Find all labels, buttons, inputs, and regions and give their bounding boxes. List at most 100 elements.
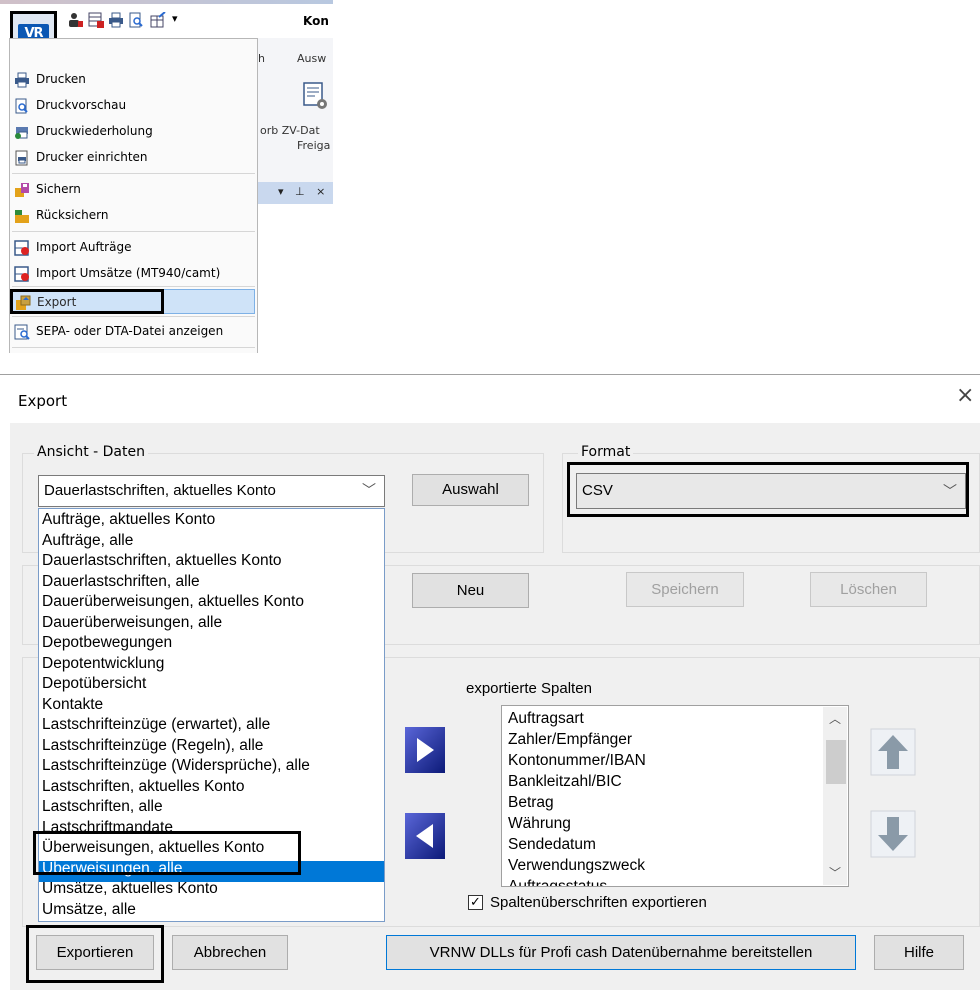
- title-bar-strip: [0, 0, 333, 4]
- scroll-down-icon[interactable]: ﹀: [829, 864, 841, 881]
- zv-data-release-icon[interactable]: [303, 82, 329, 112]
- list-item[interactable]: Sendedatum: [508, 836, 596, 854]
- exportieren-highlight-box: [26, 925, 164, 983]
- dropdown-option[interactable]: Lastschriften, alle: [42, 798, 163, 816]
- import-orders-icon: [14, 240, 29, 256]
- close-icon[interactable]: ×: [956, 385, 974, 407]
- menu-item-sepa-anzeigen[interactable]: SEPA- oder DTA-Datei anzeigen: [12, 319, 255, 344]
- move-up-arrow-icon[interactable]: [870, 728, 916, 776]
- menu-item-label: Druckvorschau: [36, 98, 127, 112]
- customize-toolbar-icon[interactable]: ▾: [172, 12, 178, 25]
- abbrechen-button[interactable]: Abbrechen: [172, 935, 288, 970]
- remove-column-arrow-icon[interactable]: [404, 812, 446, 860]
- list-item[interactable]: Zahler/Empfänger: [508, 731, 632, 749]
- chevron-down-icon: ﹀: [362, 482, 376, 498]
- menu-item-label: Import Aufträge: [36, 240, 132, 254]
- print-repeat-icon: [15, 127, 28, 139]
- dropdown-option[interactable]: Aufträge, aktuelles Konto: [42, 511, 215, 529]
- panel-controls[interactable]: ▾ ⊥ ×: [278, 185, 329, 198]
- menu-item-drucker-einrichten[interactable]: Drucker einrichten: [12, 145, 255, 170]
- dropdown-option[interactable]: Aufträge, alle: [42, 532, 133, 550]
- print-preview-icon: [15, 98, 28, 114]
- dropdown-option[interactable]: Depotübersicht: [42, 675, 146, 693]
- import-transactions-icon: [14, 266, 29, 282]
- format-highlight-box: [567, 462, 969, 517]
- list-item[interactable]: Kontonummer/IBAN: [508, 752, 646, 770]
- dropdown-option[interactable]: Lastschriften, aktuelles Konto: [42, 778, 244, 796]
- print-preview-icon[interactable]: [128, 12, 144, 28]
- dropdown-option[interactable]: Lastschrifteinzüge (Widersprüche), alle: [42, 757, 310, 775]
- list-item[interactable]: Auftragsstatus: [508, 878, 607, 886]
- dropdown-option[interactable]: Lastschrifteinzüge (Regeln), alle: [42, 737, 263, 755]
- format-group-label: Format: [578, 444, 634, 460]
- exported-columns-list[interactable]: Auftragsart Zahler/Empfänger Kontonummer…: [501, 705, 849, 887]
- dropdown-option[interactable]: Lastschrifteinzüge (erwartet), alle: [42, 716, 270, 734]
- ueberweisungen-highlight-box: [33, 831, 301, 875]
- move-down-arrow-icon[interactable]: [870, 810, 916, 858]
- menu-item-label: Sichern: [36, 182, 81, 196]
- dropdown-option[interactable]: Dauerüberweisungen, aktuelles Konto: [42, 593, 304, 611]
- dropdown-option[interactable]: Dauerlastschriften, alle: [42, 573, 200, 591]
- add-column-arrow-icon[interactable]: [404, 726, 446, 774]
- dropdown-option[interactable]: Dauerlastschriften, aktuelles Konto: [42, 552, 282, 570]
- export-headers-label: Spaltenüberschriften exportieren: [490, 894, 707, 911]
- dropdown-option[interactable]: Dauerüberweisungen, alle: [42, 614, 222, 632]
- sepa-file-icon: [14, 324, 30, 340]
- export-highlight-box: [10, 289, 164, 314]
- menu-item-import-auftraege[interactable]: Import Aufträge: [12, 235, 255, 260]
- scroll-up-icon[interactable]: ︿: [829, 710, 841, 727]
- menu-item-label: SEPA- oder DTA-Datei anzeigen: [36, 324, 224, 338]
- dropdown-option[interactable]: Kontakte: [42, 696, 103, 714]
- menu-separator: [12, 231, 255, 232]
- list-item[interactable]: Verwendungszweck: [508, 857, 645, 875]
- menu-separator: [12, 286, 255, 287]
- app-menu-screenshot: VR ▾ Kon h Ausw orb ZV-Dat Freiga ▾ ⊥ × …: [0, 0, 333, 353]
- list-item[interactable]: Bankleitzahl/BIC: [508, 773, 622, 791]
- printer-icon[interactable]: [108, 12, 124, 28]
- menu-item-druckvorschau[interactable]: Druckvorschau: [12, 93, 255, 118]
- dropdown-option[interactable]: Umsätze, alle: [42, 901, 136, 919]
- ribbon-tab-partial[interactable]: h: [258, 52, 265, 65]
- menu-item-ruecksichern[interactable]: Rücksichern: [12, 203, 255, 228]
- list-item[interactable]: Währung: [508, 815, 571, 833]
- ribbon-button-label: orb ZV-Dat: [260, 124, 320, 137]
- view-data-group-label: Ansicht - Daten: [34, 444, 148, 460]
- menu-item-drucken[interactable]: Drucken: [12, 67, 255, 92]
- menu-item-druckwiederholung[interactable]: Druckwiederholung: [12, 119, 255, 144]
- list-item[interactable]: Betrag: [508, 794, 554, 812]
- window-title: Kon: [303, 14, 329, 28]
- speichern-button[interactable]: Speichern: [626, 572, 744, 607]
- user-lock-icon[interactable]: [68, 12, 84, 28]
- menu-item-label: Import Umsätze (MT940/camt): [36, 266, 221, 280]
- dialog-border: [0, 374, 980, 375]
- dropdown-option[interactable]: Depotentwicklung: [42, 655, 164, 673]
- table-edit-icon[interactable]: [150, 12, 166, 28]
- backup-icon: [15, 183, 29, 197]
- dropdown-option[interactable]: Depotbewegungen: [42, 634, 172, 652]
- printer-icon: [15, 72, 29, 88]
- neu-button[interactable]: Neu: [412, 573, 529, 608]
- restore-icon: [15, 210, 29, 223]
- list-item[interactable]: Auftragsart: [508, 710, 584, 728]
- exported-columns-label: exportierte Spalten: [466, 680, 592, 697]
- loeschen-button[interactable]: Löschen: [810, 572, 927, 607]
- vrnw-dll-button[interactable]: VRNW DLLs für Profi cash Datenübernahme …: [386, 935, 856, 970]
- table-delete-icon[interactable]: [88, 12, 104, 28]
- dialog-title: Export: [18, 392, 68, 410]
- menu-item-label: Druckwiederholung: [36, 124, 153, 138]
- printer-setup-icon: [15, 150, 28, 166]
- menu-item-import-umsaetze[interactable]: Import Umsätze (MT940/camt): [12, 261, 255, 286]
- menu-item-label: Rücksichern: [36, 208, 109, 222]
- columns-scrollbar[interactable]: [823, 707, 847, 885]
- dropdown-option[interactable]: Umsätze, aktuelles Konto: [42, 880, 218, 898]
- menu-item-label: Drucken: [36, 72, 86, 86]
- view-data-select[interactable]: Dauerlastschriften, aktuelles Konto ﹀: [38, 475, 385, 507]
- export-headers-checkbox[interactable]: ✓: [468, 895, 483, 910]
- menu-item-sichern[interactable]: Sichern: [12, 177, 255, 202]
- view-data-selected: Dauerlastschriften, aktuelles Konto: [44, 482, 276, 499]
- hilfe-button[interactable]: Hilfe: [874, 935, 964, 970]
- ribbon-tab-auswertung[interactable]: Ausw: [297, 52, 326, 65]
- scrollbar-thumb[interactable]: [826, 740, 846, 784]
- menu-separator: [12, 173, 255, 174]
- auswahl-button[interactable]: Auswahl: [412, 474, 529, 506]
